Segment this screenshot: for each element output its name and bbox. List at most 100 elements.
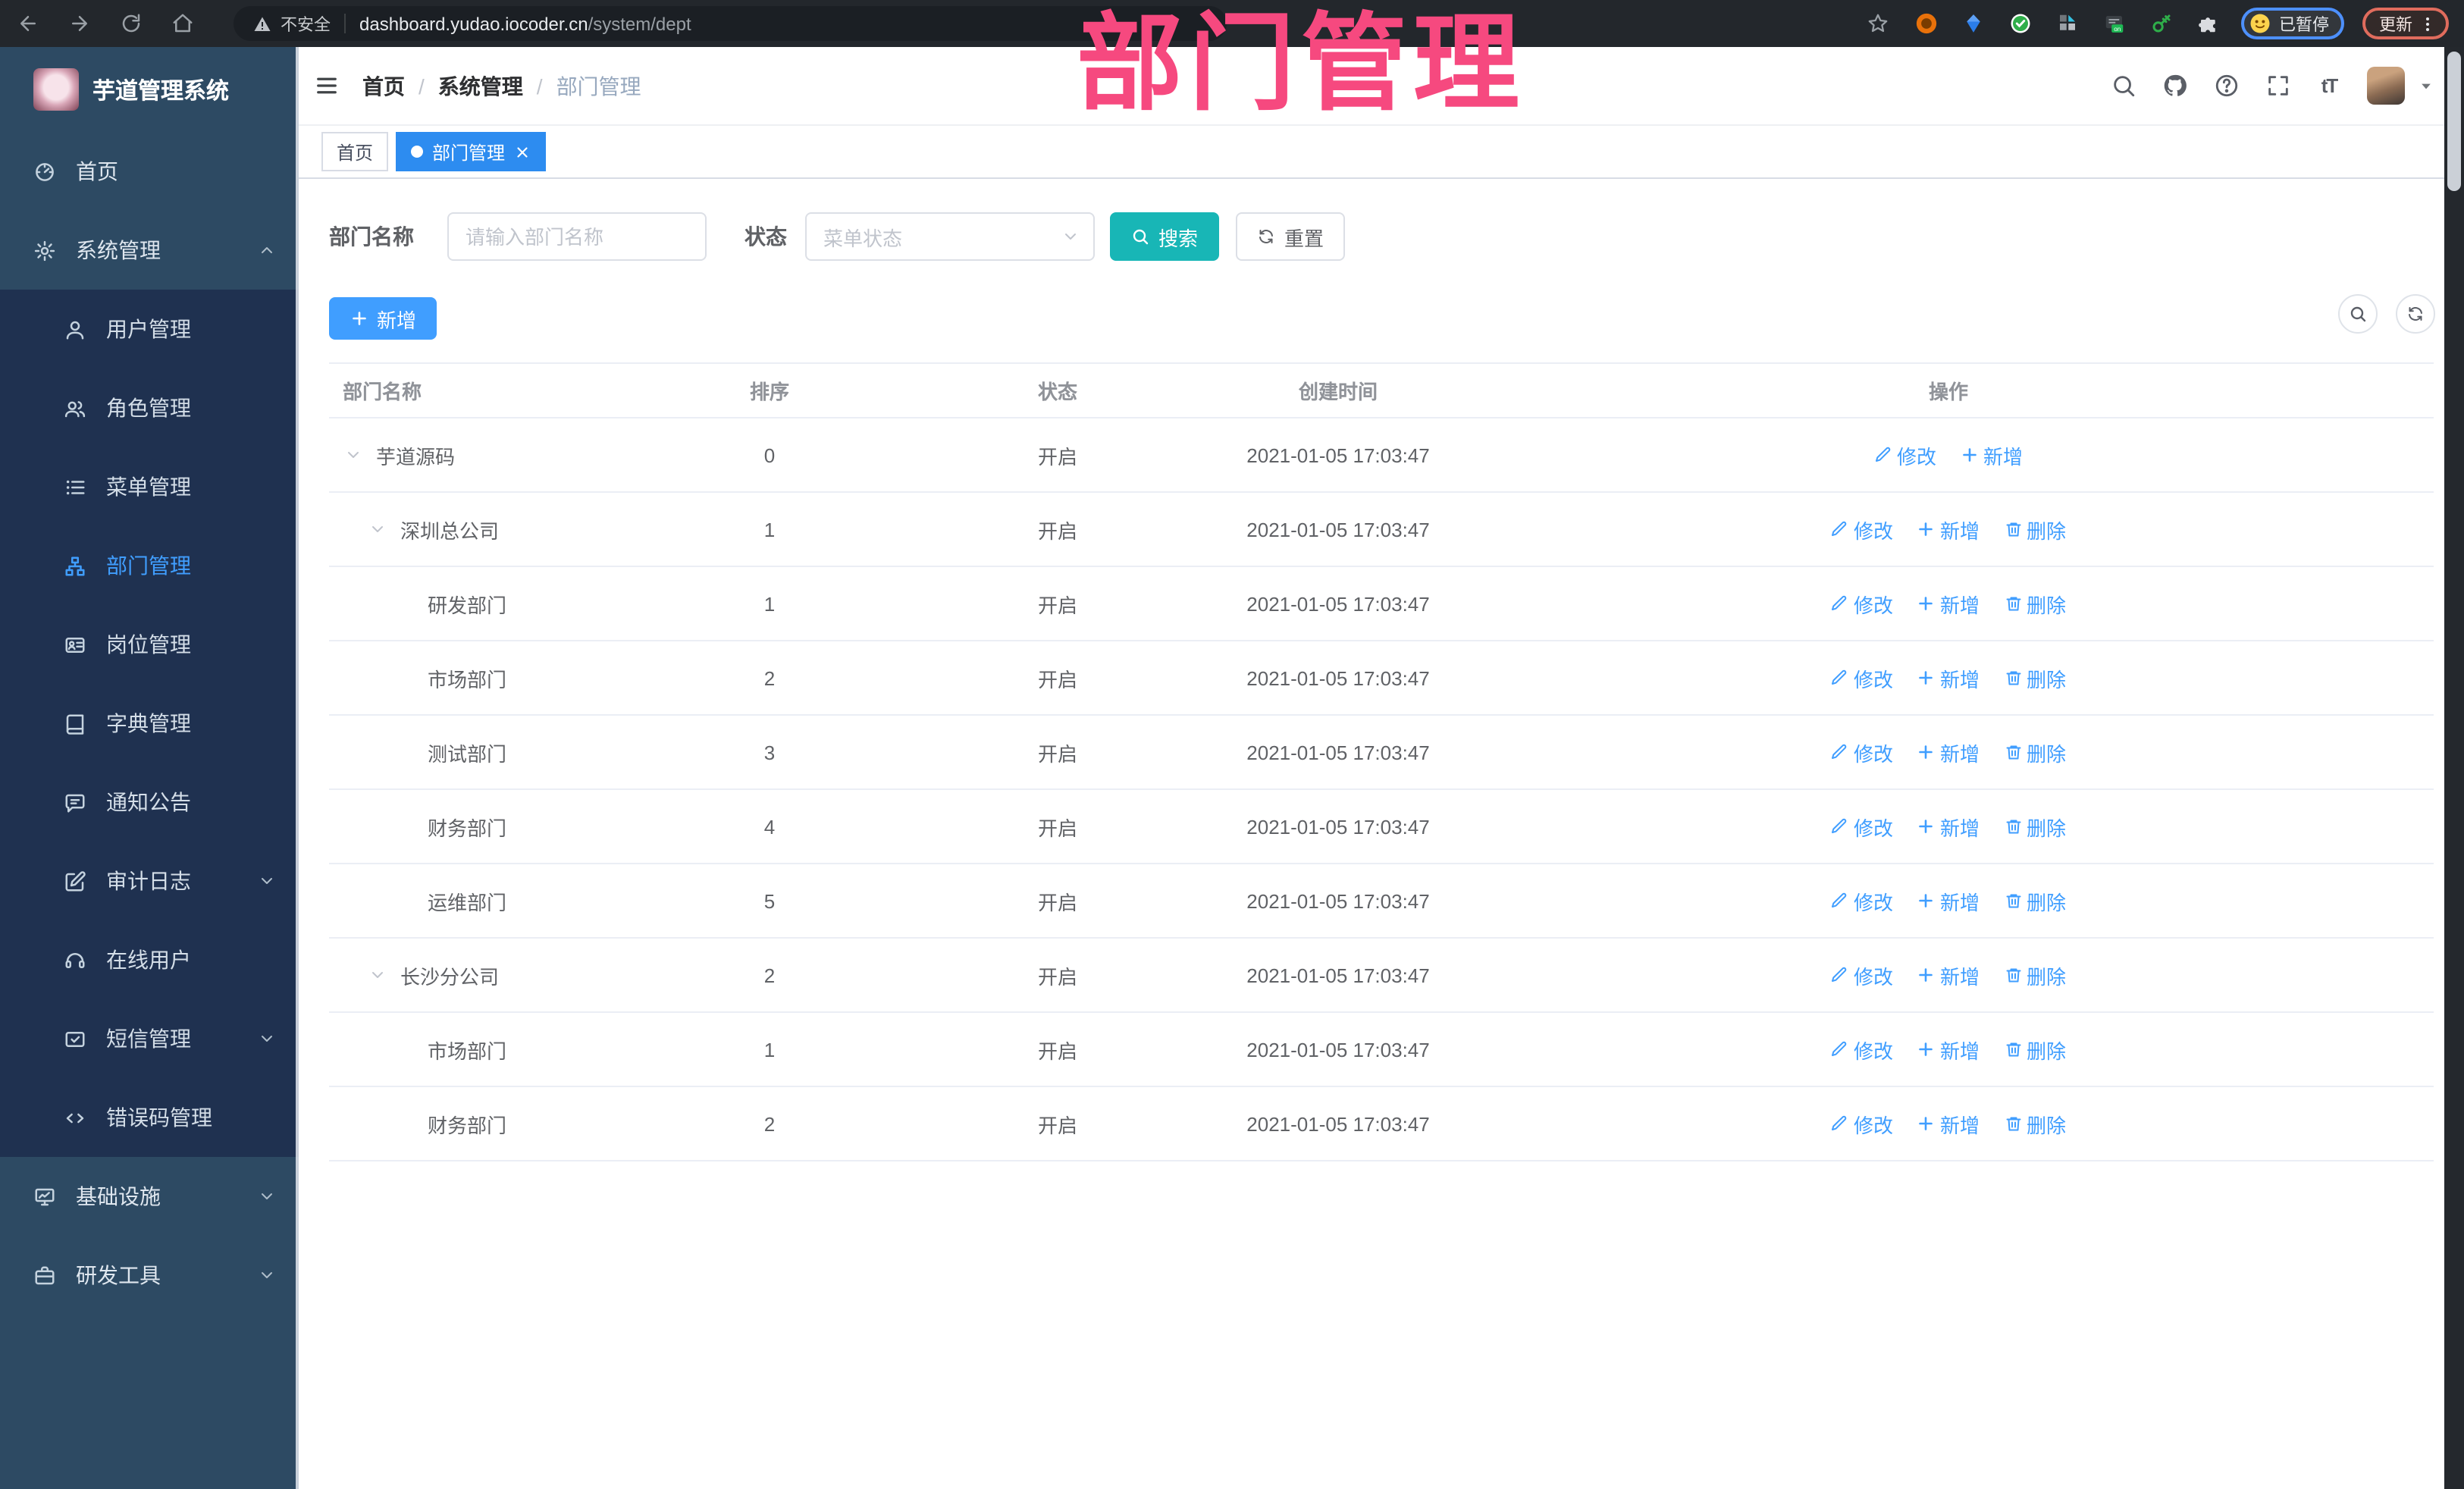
close-tab-icon[interactable] [514, 143, 531, 160]
delete-action-link[interactable]: 删除 [2004, 961, 2066, 989]
pencil-icon [1874, 446, 1892, 464]
avatar-caret-down-icon[interactable] [2419, 78, 2434, 93]
update-button[interactable]: 更新 [2362, 8, 2449, 39]
ext-puzzle-icon[interactable] [2196, 11, 2220, 36]
user-icon [62, 317, 86, 341]
breadcrumb-home[interactable]: 首页 [362, 71, 405, 101]
add-action-link[interactable]: 新增 [1917, 589, 1980, 618]
sidebar-item-研发工具[interactable]: 研发工具 [0, 1236, 299, 1315]
sidebar-item-部门管理[interactable]: 部门管理 [0, 526, 299, 605]
infra-icon [32, 1184, 56, 1208]
pencil-icon [1831, 594, 1849, 613]
edit-action-link[interactable]: 修改 [1831, 589, 1893, 618]
dept-name-input[interactable] [447, 212, 707, 261]
add-action-link[interactable]: 新增 [1917, 515, 1980, 544]
sidebar-item-label: 首页 [76, 159, 118, 183]
ext-gem-icon[interactable] [1961, 11, 1985, 36]
delete-action-link[interactable]: 删除 [2004, 738, 2066, 766]
reload-icon[interactable] [118, 11, 144, 36]
fullscreen-icon[interactable] [2264, 72, 2291, 99]
add-action-link[interactable]: 新增 [1917, 961, 1980, 989]
github-icon[interactable] [2161, 72, 2188, 99]
pencil-icon [1831, 892, 1849, 910]
breadcrumb-system[interactable]: 系统管理 [438, 71, 523, 101]
sidebar-item-基础设施[interactable]: 基础设施 [0, 1157, 299, 1236]
expand-arrow-icon[interactable] [367, 519, 388, 540]
sidebar-item-首页[interactable]: 首页 [0, 132, 299, 211]
sidebar-item-错误码管理[interactable]: 错误码管理 [0, 1078, 299, 1157]
edit-action-link[interactable]: 修改 [1831, 961, 1893, 989]
add-action-link[interactable]: 新增 [1961, 440, 2023, 469]
sidebar-item-岗位管理[interactable]: 岗位管理 [0, 605, 299, 684]
table-row: 长沙分公司 2 开启 2021-01-05 17:03:47 修改 新增 删除 [329, 939, 2434, 1013]
more-dots-icon[interactable] [2419, 13, 2437, 34]
expand-arrow-icon[interactable] [343, 444, 364, 466]
ext-onoff-icon[interactable]: on [2102, 11, 2126, 36]
profile-chip[interactable]: 已暂停 [2241, 8, 2344, 39]
add-action-link[interactable]: 新增 [1917, 1035, 1980, 1064]
delete-action-link[interactable]: 删除 [2004, 1109, 2066, 1138]
ext-green-check-icon[interactable] [2008, 11, 2032, 36]
action-label: 新增 [1983, 445, 2024, 468]
refresh-table-button[interactable] [2396, 294, 2435, 334]
sidebar-item-角色管理[interactable]: 角色管理 [0, 368, 299, 447]
ext-key-icon[interactable] [2149, 11, 2173, 36]
edit-action-link[interactable]: 修改 [1874, 440, 1936, 469]
add-action-link[interactable]: 新增 [1917, 1109, 1980, 1138]
home-icon[interactable] [170, 11, 196, 36]
add-action-link[interactable]: 新增 [1917, 663, 1980, 692]
sidebar-item-字典管理[interactable]: 字典管理 [0, 684, 299, 763]
user-avatar[interactable] [2367, 67, 2405, 105]
help-icon[interactable] [2212, 72, 2240, 99]
tab-dept-management[interactable]: 部门管理 [396, 132, 547, 171]
font-size-icon[interactable]: tT [2315, 72, 2343, 99]
back-arrow-icon[interactable] [15, 11, 41, 36]
forward-arrow-icon[interactable] [67, 11, 92, 36]
action-label: 修改 [1853, 668, 1893, 691]
sidebar-item-在线用户[interactable]: 在线用户 [0, 920, 299, 999]
search-icon[interactable] [2109, 72, 2136, 99]
add-action-link[interactable]: 新增 [1917, 812, 1980, 841]
hamburger-icon[interactable] [312, 74, 340, 98]
action-label: 新增 [1939, 668, 1980, 691]
toggle-search-button[interactable] [2338, 294, 2378, 334]
sidebar-item-通知公告[interactable]: 通知公告 [0, 763, 299, 842]
badge-icon [62, 632, 86, 657]
sidebar-item-用户管理[interactable]: 用户管理 [0, 290, 299, 368]
bookmark-star-icon[interactable] [1865, 11, 1891, 36]
pencil-icon [1831, 1114, 1849, 1133]
delete-action-link[interactable]: 删除 [2004, 589, 2066, 618]
sidebar-item-label: 字典管理 [106, 711, 191, 735]
logo-row[interactable]: 芋道管理系统 [0, 47, 299, 132]
url-bar[interactable]: 不安全 dashboard.yudao.iocoder.cn/system/de… [234, 6, 1227, 41]
delete-action-link[interactable]: 删除 [2004, 515, 2066, 544]
ext-orange-icon[interactable] [1914, 11, 1938, 36]
sidebar-item-菜单管理[interactable]: 菜单管理 [0, 447, 299, 526]
delete-action-link[interactable]: 删除 [2004, 663, 2066, 692]
add-action-link[interactable]: 新增 [1917, 886, 1980, 915]
tab-home[interactable]: 首页 [321, 132, 389, 171]
add-action-link[interactable]: 新增 [1917, 738, 1980, 766]
edit-action-link[interactable]: 修改 [1831, 663, 1893, 692]
page-scrollbar[interactable] [2444, 47, 2464, 1489]
scrollbar-thumb[interactable] [2447, 52, 2461, 191]
sidebar-item-审计日志[interactable]: 审计日志 [0, 842, 299, 920]
delete-action-link[interactable]: 删除 [2004, 1035, 2066, 1064]
edit-action-link[interactable]: 修改 [1831, 886, 1893, 915]
edit-action-link[interactable]: 修改 [1831, 738, 1893, 766]
edit-action-link[interactable]: 修改 [1831, 515, 1893, 544]
reset-button[interactable]: 重置 [1236, 212, 1345, 261]
edit-action-link[interactable]: 修改 [1831, 812, 1893, 841]
dept-name-cell: 研发部门 [329, 589, 637, 618]
search-button[interactable]: 搜索 [1110, 212, 1219, 261]
status-select[interactable]: 菜单状态 [805, 212, 1095, 261]
delete-action-link[interactable]: 删除 [2004, 886, 2066, 915]
sidebar-item-系统管理[interactable]: 系统管理 [0, 211, 299, 290]
edit-action-link[interactable]: 修改 [1831, 1035, 1893, 1064]
add-button[interactable]: 新增 [329, 297, 437, 340]
delete-action-link[interactable]: 删除 [2004, 812, 2066, 841]
sidebar-item-短信管理[interactable]: 短信管理 [0, 999, 299, 1078]
edit-action-link[interactable]: 修改 [1831, 1109, 1893, 1138]
expand-arrow-icon[interactable] [367, 964, 388, 986]
ext-squares-icon[interactable] [2055, 11, 2079, 36]
